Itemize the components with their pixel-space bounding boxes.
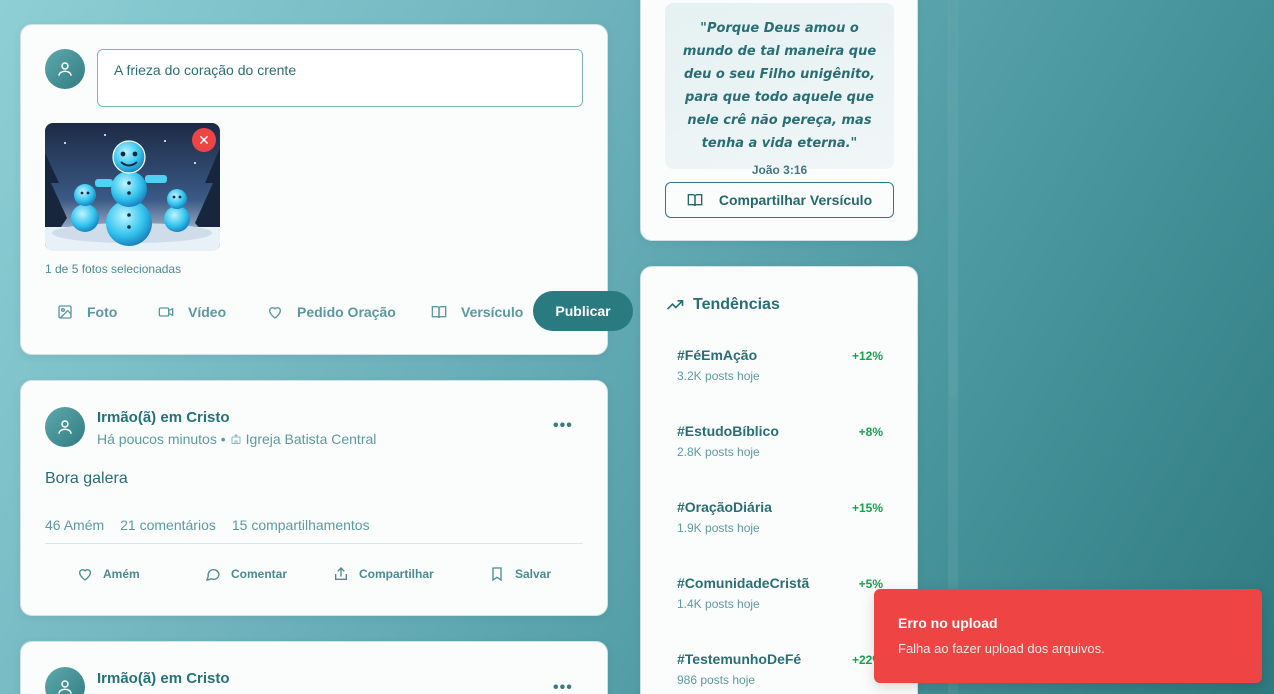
more-icon: ••• xyxy=(553,417,573,434)
share-icon xyxy=(335,567,347,580)
publish-button[interactable]: Publicar xyxy=(533,291,633,331)
post-content: Bora galera xyxy=(45,470,128,487)
trend-tag: #ComunidadeCristã xyxy=(677,575,810,591)
trends-title: Tendências xyxy=(693,296,780,313)
verse-text: "Porque Deus amou o mundo de tal maneira… xyxy=(682,21,877,151)
share-count: 15 compartilhamentos xyxy=(231,517,370,533)
prayer-request-button[interactable]: Pedido Oração xyxy=(267,301,396,323)
verse-button-label: Versículo xyxy=(461,304,524,320)
amen-button[interactable]: Amém xyxy=(77,566,140,582)
comment-icon xyxy=(205,568,220,581)
user-icon xyxy=(58,680,72,694)
trend-tag: #EstudoBíblico xyxy=(677,423,779,439)
trends-header: Tendências xyxy=(665,295,780,315)
image-icon xyxy=(58,305,72,319)
trend-count: 1.9K posts hoje xyxy=(677,521,760,535)
share-button-label: Compartilhar xyxy=(359,567,434,581)
scrollbar-thumb[interactable] xyxy=(949,0,957,398)
more-options-button[interactable]: ••• xyxy=(553,679,573,694)
verse-reference: João 3:16 xyxy=(751,163,808,177)
comment-button[interactable]: Comentar xyxy=(205,566,287,582)
comment-button-label: Comentar xyxy=(231,567,288,581)
save-button[interactable]: Salvar xyxy=(489,566,551,582)
heart-icon xyxy=(268,307,282,319)
toast-message: Falha ao fazer upload dos arquivos. xyxy=(898,641,1105,656)
user-icon xyxy=(58,62,72,76)
trend-growth: +12% xyxy=(851,349,883,363)
trend-growth: +8% xyxy=(858,425,883,439)
heart-icon xyxy=(78,569,92,581)
verse-box: "Porque Deus amou o mundo de tal maneira… xyxy=(665,3,894,177)
amen-count: 46 Amém xyxy=(45,517,105,533)
trend-growth: +15% xyxy=(851,501,883,515)
book-icon xyxy=(687,194,703,207)
book-icon xyxy=(431,306,447,319)
user-icon xyxy=(58,420,72,434)
avatar[interactable] xyxy=(45,667,85,694)
video-icon xyxy=(158,307,174,317)
prayer-request-button-label: Pedido Oração xyxy=(297,304,396,320)
trend-item[interactable]: #OraçãoDiária +15% 1.9K posts hoje xyxy=(677,499,883,535)
photo-button[interactable]: Foto xyxy=(57,301,117,323)
trend-item[interactable]: #ComunidadeCristã +5% 1.4K posts hoje xyxy=(677,575,883,611)
toast-title: Erro no upload xyxy=(898,615,998,631)
post-composer-card: A frieza do coração do crente ✕ 1 de 5 f… xyxy=(20,24,633,355)
post-card: Irmão(ã) em Cristo Há poucos minutos • I… xyxy=(20,380,608,616)
trend-item[interactable]: #FéEmAção +12% 3.2K posts hoje xyxy=(677,347,883,383)
trend-item[interactable]: #TestemunhoDeFé +22% 986 posts hoje xyxy=(677,651,883,687)
amen-button-label: Amém xyxy=(103,567,140,581)
photo-button-label: Foto xyxy=(87,304,118,320)
more-options-button[interactable]: ••• xyxy=(553,417,573,435)
verse-button[interactable]: Versículo xyxy=(431,301,523,323)
trend-count: 986 posts hoje xyxy=(677,673,756,687)
post-author[interactable]: Irmão(ã) em Cristo xyxy=(97,670,230,687)
avatar xyxy=(45,49,85,89)
post-author[interactable]: Irmão(ã) em Cristo xyxy=(97,409,230,426)
selected-photos-count: 1 de 5 fotos selecionadas xyxy=(45,262,182,276)
post-card: Irmão(ã) em Cristo ••• xyxy=(20,641,608,694)
avatar[interactable] xyxy=(45,407,85,447)
post-divider xyxy=(45,543,583,544)
post-church: Igreja Batista Central xyxy=(245,431,377,447)
church-icon xyxy=(231,434,241,444)
verse-of-day-card: "Porque Deus amou o mundo de tal maneira… xyxy=(640,0,918,241)
comment-count: 21 comentários xyxy=(120,517,216,533)
error-toast[interactable]: Erro no upload Falha ao fazer upload dos… xyxy=(874,589,1262,683)
trend-count: 3.2K posts hoje xyxy=(677,369,760,383)
share-verse-label: Compartilhar Versículo xyxy=(718,192,873,208)
share-verse-button[interactable]: Compartilhar Versículo xyxy=(665,182,894,218)
trend-count: 2.8K posts hoje xyxy=(677,445,760,459)
trending-up-icon xyxy=(666,300,684,310)
trend-count: 1.4K posts hoje xyxy=(677,597,760,611)
more-icon: ••• xyxy=(553,679,573,694)
close-icon: ✕ xyxy=(198,131,210,148)
video-button[interactable]: Vídeo xyxy=(158,301,226,323)
bookmark-icon xyxy=(492,567,502,582)
trend-item[interactable]: #EstudoBíblico +8% 2.8K posts hoje xyxy=(677,423,883,459)
save-button-label: Salvar xyxy=(515,567,552,581)
video-button-label: Vídeo xyxy=(188,304,227,320)
post-time: Há poucos minutos • xyxy=(97,431,226,447)
share-button[interactable]: Compartilhar xyxy=(333,566,434,582)
post-text-input[interactable]: A frieza do coração do crente xyxy=(97,49,583,107)
post-meta: Há poucos minutos • Igreja Batista Centr… xyxy=(97,431,376,447)
remove-photo-button[interactable]: ✕ xyxy=(192,128,216,152)
post-stats: 46 Amém 21 comentários 15 compartilhamen… xyxy=(45,517,370,533)
